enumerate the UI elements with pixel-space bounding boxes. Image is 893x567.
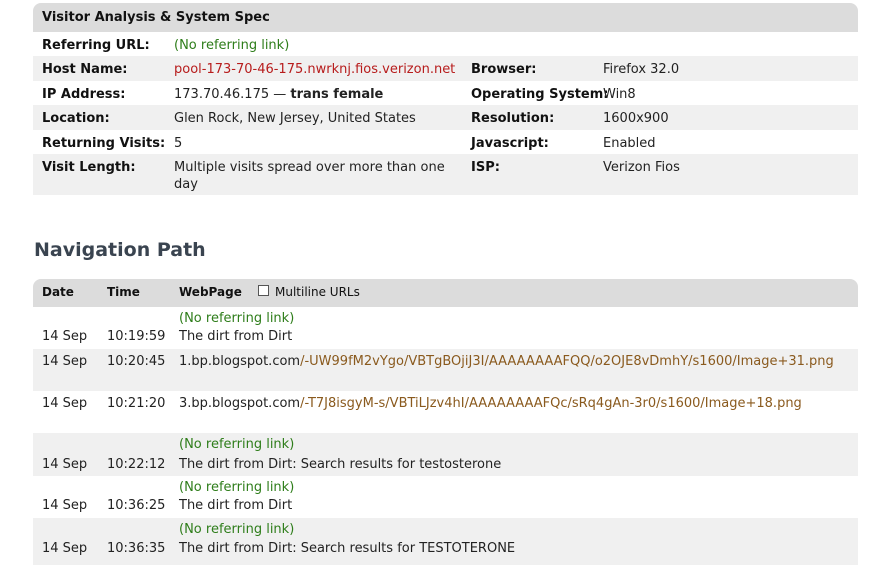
returning-visits-value: 5	[174, 136, 183, 151]
webpage-link[interactable]: The dirt from Dirt	[179, 498, 292, 513]
spec-label: Resolution:	[471, 111, 555, 126]
visit-time: 10:19:59	[107, 329, 166, 344]
url-domain: 1.bp.blogspot.com	[179, 354, 301, 369]
spec-label: IP Address:	[42, 87, 126, 102]
spec-label: Browser:	[471, 62, 537, 77]
spec-row-returning-visits: Returning Visits: 5 Javascript: Enabled	[33, 130, 858, 154]
browser-value: Firefox 32.0	[603, 62, 680, 77]
referring-link-text: (No referring link)	[179, 522, 295, 537]
visit-time: 10:21:20	[107, 396, 166, 411]
webpage-column-header: WebPage	[179, 285, 242, 299]
webpage-link[interactable]: The dirt from Dirt: Search results for t…	[179, 457, 501, 472]
host-name-link[interactable]: pool-173-70-46-175.nwrknj.fios.verizon.n…	[174, 61, 474, 78]
multiline-urls-checkbox[interactable]	[258, 285, 269, 296]
webpage-link[interactable]: The dirt from Dirt	[179, 329, 292, 344]
spec-label: Location:	[42, 111, 110, 126]
spec-row-ip-address: IP Address: 173.70.46.175 — trans female…	[33, 81, 858, 105]
spec-label: Operating System:	[471, 87, 609, 102]
navigation-path-heading: Navigation Path	[34, 239, 206, 261]
multiline-urls-label[interactable]: Multiline URLs	[275, 285, 360, 299]
ip-address-value: 173.70.46.175 — trans female	[174, 86, 464, 103]
javascript-value: Enabled	[603, 136, 656, 151]
referring-link-text: (No referring link)	[179, 311, 295, 326]
visitor-tag: trans female	[290, 87, 384, 102]
url-path: /-T7J8isgyM-s/VBTiLJzv4hI/AAAAAAAAFQc/sR…	[300, 396, 802, 411]
nav-row: (No referring link) 14 Sep 10:22:12 The …	[33, 433, 858, 476]
nav-row: (No referring link) 14 Sep 10:19:59 The …	[33, 307, 858, 349]
visit-time: 10:36:25	[107, 498, 166, 513]
os-value: Win8	[603, 87, 636, 102]
isp-value: Verizon Fios	[603, 160, 680, 175]
nav-row: (No referring link) 14 Sep 10:36:35 The …	[33, 518, 858, 565]
visit-length-value: Multiple visits spread over more than on…	[174, 160, 445, 192]
url-domain: 3.bp.blogspot.com	[179, 396, 301, 411]
webpage-url-link[interactable]: 1.bp.blogspot.com/-UW99fM2vYgo/VBTgBOjiJ…	[179, 354, 834, 369]
webpage-link[interactable]: The dirt from Dirt: Search results for T…	[179, 541, 515, 556]
spec-label: Host Name:	[42, 62, 128, 77]
spec-row-visit-length: Visit Length: Multiple visits spread ove…	[33, 154, 858, 195]
visit-time: 10:22:12	[107, 457, 166, 472]
resolution-value: 1600x900	[603, 111, 669, 126]
nav-row: (No referring link) 14 Sep 10:36:25 The …	[33, 476, 858, 518]
nav-row: 14 Sep 10:21:20 3.bp.blogspot.com/-T7J8i…	[33, 391, 858, 433]
referring-link-text: (No referring link)	[179, 437, 295, 452]
spec-row-location: Location: Glen Rock, New Jersey, United …	[33, 105, 858, 130]
visit-date: 14 Sep	[42, 396, 88, 411]
spec-label: Returning Visits:	[42, 136, 166, 151]
visitor-spec-panel: Visitor Analysis & System Spec Referring…	[33, 3, 858, 195]
date-column-header: Date	[42, 285, 74, 299]
visit-time: 10:36:35	[107, 541, 166, 556]
spec-header: Visitor Analysis & System Spec	[33, 3, 858, 32]
time-column-header: Time	[107, 285, 140, 299]
location-value: Glen Rock, New Jersey, United States	[174, 111, 416, 126]
spec-label: Visit Length:	[42, 160, 136, 175]
ip-address-text: 173.70.46.175 —	[174, 87, 287, 102]
referring-link-text: (No referring link)	[179, 480, 295, 495]
visit-date: 14 Sep	[42, 329, 88, 344]
webpage-url-link[interactable]: 3.bp.blogspot.com/-T7J8isgyM-s/VBTiLJzv4…	[179, 396, 802, 411]
referring-url-value: (No referring link)	[174, 38, 290, 53]
visit-date: 14 Sep	[42, 354, 88, 369]
nav-row: 14 Sep 10:20:45 1.bp.blogspot.com/-UW99f…	[33, 349, 858, 391]
visit-date: 14 Sep	[42, 457, 88, 472]
navigation-path-panel: Date Time WebPage Multiline URLs (No ref…	[33, 279, 858, 565]
nav-table-header: Date Time WebPage Multiline URLs	[33, 279, 858, 307]
spec-row-host-name: Host Name: pool-173-70-46-175.nwrknj.fio…	[33, 56, 858, 81]
visit-date: 14 Sep	[42, 541, 88, 556]
visit-time: 10:20:45	[107, 354, 166, 369]
url-path: /-UW99fM2vYgo/VBTgBOjiJ3I/AAAAAAAAFQQ/o2…	[300, 354, 834, 369]
visit-date: 14 Sep	[42, 498, 88, 513]
spec-label: ISP:	[471, 160, 500, 175]
spec-label: Referring URL:	[42, 38, 150, 53]
spec-title: Visitor Analysis & System Spec	[42, 10, 270, 25]
spec-row-referring-url: Referring URL: (No referring link)	[33, 32, 858, 56]
spec-label: Javascript:	[471, 136, 549, 151]
